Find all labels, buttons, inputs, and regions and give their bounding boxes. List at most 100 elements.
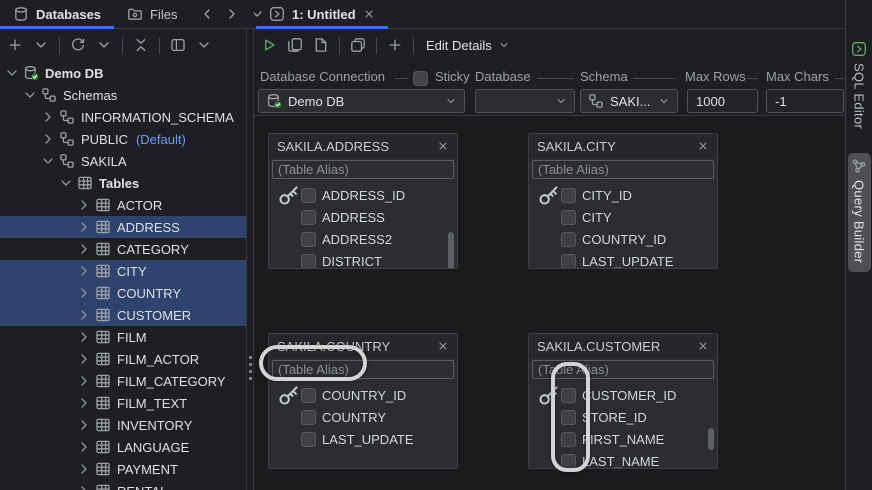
max-rows-input[interactable] bbox=[687, 89, 758, 113]
column-row-district[interactable]: DISTRICT bbox=[269, 250, 457, 268]
table-alias-input[interactable] bbox=[532, 360, 714, 379]
edit-details-button[interactable]: Edit Details bbox=[424, 38, 512, 53]
column-checkbox[interactable] bbox=[561, 409, 576, 425]
chevron-right-icon[interactable] bbox=[76, 197, 92, 213]
close-tab-icon[interactable] bbox=[363, 8, 375, 20]
chevron-right-icon[interactable] bbox=[76, 417, 92, 433]
card-title-bar[interactable]: SAKILA.COUNTRY bbox=[269, 334, 457, 358]
column-row-address2[interactable]: ADDRESS2 bbox=[269, 228, 457, 250]
close-card-icon[interactable] bbox=[697, 340, 709, 352]
column-row-first_name[interactable]: FIRST_NAME bbox=[529, 428, 717, 450]
card-title-bar[interactable]: SAKILA.CITY bbox=[529, 134, 717, 158]
schema-combobox[interactable]: SAKI... bbox=[580, 89, 678, 113]
table-card-sakila-customer[interactable]: SAKILA.CUSTOMER CUSTOMER_ID STORE_ID FIR… bbox=[528, 333, 718, 469]
chevron-right-icon[interactable] bbox=[76, 285, 92, 301]
column-row-customer_id[interactable]: CUSTOMER_ID bbox=[529, 384, 717, 406]
chevron-right-icon[interactable] bbox=[76, 373, 92, 389]
column-checkbox[interactable] bbox=[301, 387, 316, 403]
chevron-right-icon[interactable] bbox=[76, 219, 92, 235]
card-scrollbar[interactable] bbox=[708, 428, 714, 450]
chevron-right-icon[interactable] bbox=[76, 483, 92, 490]
tree-item-inventory[interactable]: INVENTORY bbox=[0, 414, 246, 436]
column-row-last_name[interactable]: LAST_NAME bbox=[529, 450, 717, 468]
plus-button[interactable] bbox=[7, 37, 23, 53]
tree-item-address[interactable]: ADDRESS bbox=[0, 216, 246, 238]
refresh-button[interactable] bbox=[70, 37, 86, 53]
column-row-store_id[interactable]: STORE_ID bbox=[529, 406, 717, 428]
query-builder-canvas[interactable]: SAKILA.ADDRESS ADDRESS_ID ADDRESS ADDRES… bbox=[254, 115, 845, 490]
database-combobox[interactable] bbox=[475, 89, 575, 113]
column-row-last_update[interactable]: LAST_UPDATE bbox=[269, 428, 457, 450]
close-card-icon[interactable] bbox=[437, 340, 449, 352]
tab-files[interactable]: Files bbox=[114, 0, 190, 28]
chevron-down-button[interactable] bbox=[33, 37, 49, 53]
table-card-sakila-country[interactable]: SAKILA.COUNTRY COUNTRY_ID COUNTRY LAST_U… bbox=[268, 333, 458, 469]
card-title-bar[interactable]: SAKILA.CUSTOMER bbox=[529, 334, 717, 358]
column-checkbox[interactable] bbox=[561, 387, 576, 403]
column-checkbox[interactable] bbox=[301, 231, 316, 247]
table-alias-input[interactable] bbox=[272, 160, 454, 179]
column-checkbox[interactable] bbox=[561, 231, 576, 247]
tree-item-customer[interactable]: CUSTOMER bbox=[0, 304, 246, 326]
plus-button[interactable] bbox=[387, 37, 403, 53]
chevron-down-button[interactable] bbox=[196, 37, 212, 53]
column-row-address[interactable]: ADDRESS bbox=[269, 206, 457, 228]
tree-item-country[interactable]: COUNTRY bbox=[0, 282, 246, 304]
column-checkbox[interactable] bbox=[301, 209, 316, 225]
column-checkbox[interactable] bbox=[561, 209, 576, 225]
column-row-city_id[interactable]: CITY_ID bbox=[529, 184, 717, 206]
collapse-button[interactable] bbox=[133, 37, 149, 53]
back-icon[interactable] bbox=[199, 6, 215, 22]
chevron-right-icon[interactable] bbox=[76, 329, 92, 345]
panel-splitter[interactable] bbox=[246, 0, 254, 490]
column-row-country[interactable]: COUNTRY bbox=[269, 406, 457, 428]
max-chars-input[interactable] bbox=[766, 89, 844, 113]
forward-icon[interactable] bbox=[224, 6, 240, 22]
tree-item-actor[interactable]: ACTOR bbox=[0, 194, 246, 216]
chevron-down-icon[interactable] bbox=[22, 87, 38, 103]
chevron-down-icon[interactable] bbox=[4, 65, 20, 81]
close-card-icon[interactable] bbox=[697, 140, 709, 152]
run-button[interactable] bbox=[261, 37, 277, 53]
tree-item-public[interactable]: PUBLIC (Default) bbox=[0, 128, 246, 150]
column-checkbox[interactable] bbox=[301, 431, 316, 447]
card-title-bar[interactable]: SAKILA.ADDRESS bbox=[269, 134, 457, 158]
tree-item-film-text[interactable]: FILM_TEXT bbox=[0, 392, 246, 414]
layout-button[interactable] bbox=[170, 37, 186, 53]
column-checkbox[interactable] bbox=[301, 409, 316, 425]
column-checkbox[interactable] bbox=[561, 453, 576, 468]
table-alias-input[interactable] bbox=[272, 360, 454, 379]
tab-untitled[interactable]: 1: Untitled bbox=[256, 0, 388, 29]
table-card-sakila-city[interactable]: SAKILA.CITY CITY_ID CITY COUNTRY_ID LAST… bbox=[528, 133, 718, 269]
column-row-last_update[interactable]: LAST_UPDATE bbox=[529, 250, 717, 268]
sticky-checkbox[interactable] bbox=[413, 71, 428, 86]
tree-item-category[interactable]: CATEGORY bbox=[0, 238, 246, 260]
tree-item-language[interactable]: LANGUAGE bbox=[0, 436, 246, 458]
chevron-down-icon[interactable] bbox=[40, 153, 56, 169]
tree-item-sakila[interactable]: SAKILA bbox=[0, 150, 246, 172]
column-row-address_id[interactable]: ADDRESS_ID bbox=[269, 184, 457, 206]
column-checkbox[interactable] bbox=[561, 187, 576, 203]
column-row-country_id[interactable]: COUNTRY_ID bbox=[269, 384, 457, 406]
tree-item-information-schema[interactable]: INFORMATION_SCHEMA bbox=[0, 106, 246, 128]
tree-item-city[interactable]: CITY bbox=[0, 260, 246, 282]
chevron-right-icon[interactable] bbox=[40, 109, 56, 125]
query-builder-strip-tab[interactable]: Query Builder bbox=[847, 153, 871, 272]
chevron-right-icon[interactable] bbox=[76, 395, 92, 411]
chevron-right-icon[interactable] bbox=[76, 241, 92, 257]
tree-item-film-category[interactable]: FILM_CATEGORY bbox=[0, 370, 246, 392]
tree-item-demo-db[interactable]: Demo DB bbox=[0, 62, 246, 84]
close-card-icon[interactable] bbox=[437, 140, 449, 152]
tabs-button[interactable] bbox=[350, 37, 366, 53]
tree-item-tables[interactable]: Tables bbox=[0, 172, 246, 194]
column-row-country_id[interactable]: COUNTRY_ID bbox=[529, 228, 717, 250]
tab-databases[interactable]: Databases bbox=[0, 0, 115, 29]
column-checkbox[interactable] bbox=[301, 187, 316, 203]
sql-editor-strip-tab[interactable]: SQL Editor bbox=[848, 36, 871, 137]
chevron-right-icon[interactable] bbox=[76, 439, 92, 455]
column-checkbox[interactable] bbox=[561, 253, 576, 268]
copy-button[interactable] bbox=[287, 37, 303, 53]
table-alias-input[interactable] bbox=[532, 160, 714, 179]
chevron-right-icon[interactable] bbox=[40, 131, 56, 147]
table-card-sakila-address[interactable]: SAKILA.ADDRESS ADDRESS_ID ADDRESS ADDRES… bbox=[268, 133, 458, 269]
